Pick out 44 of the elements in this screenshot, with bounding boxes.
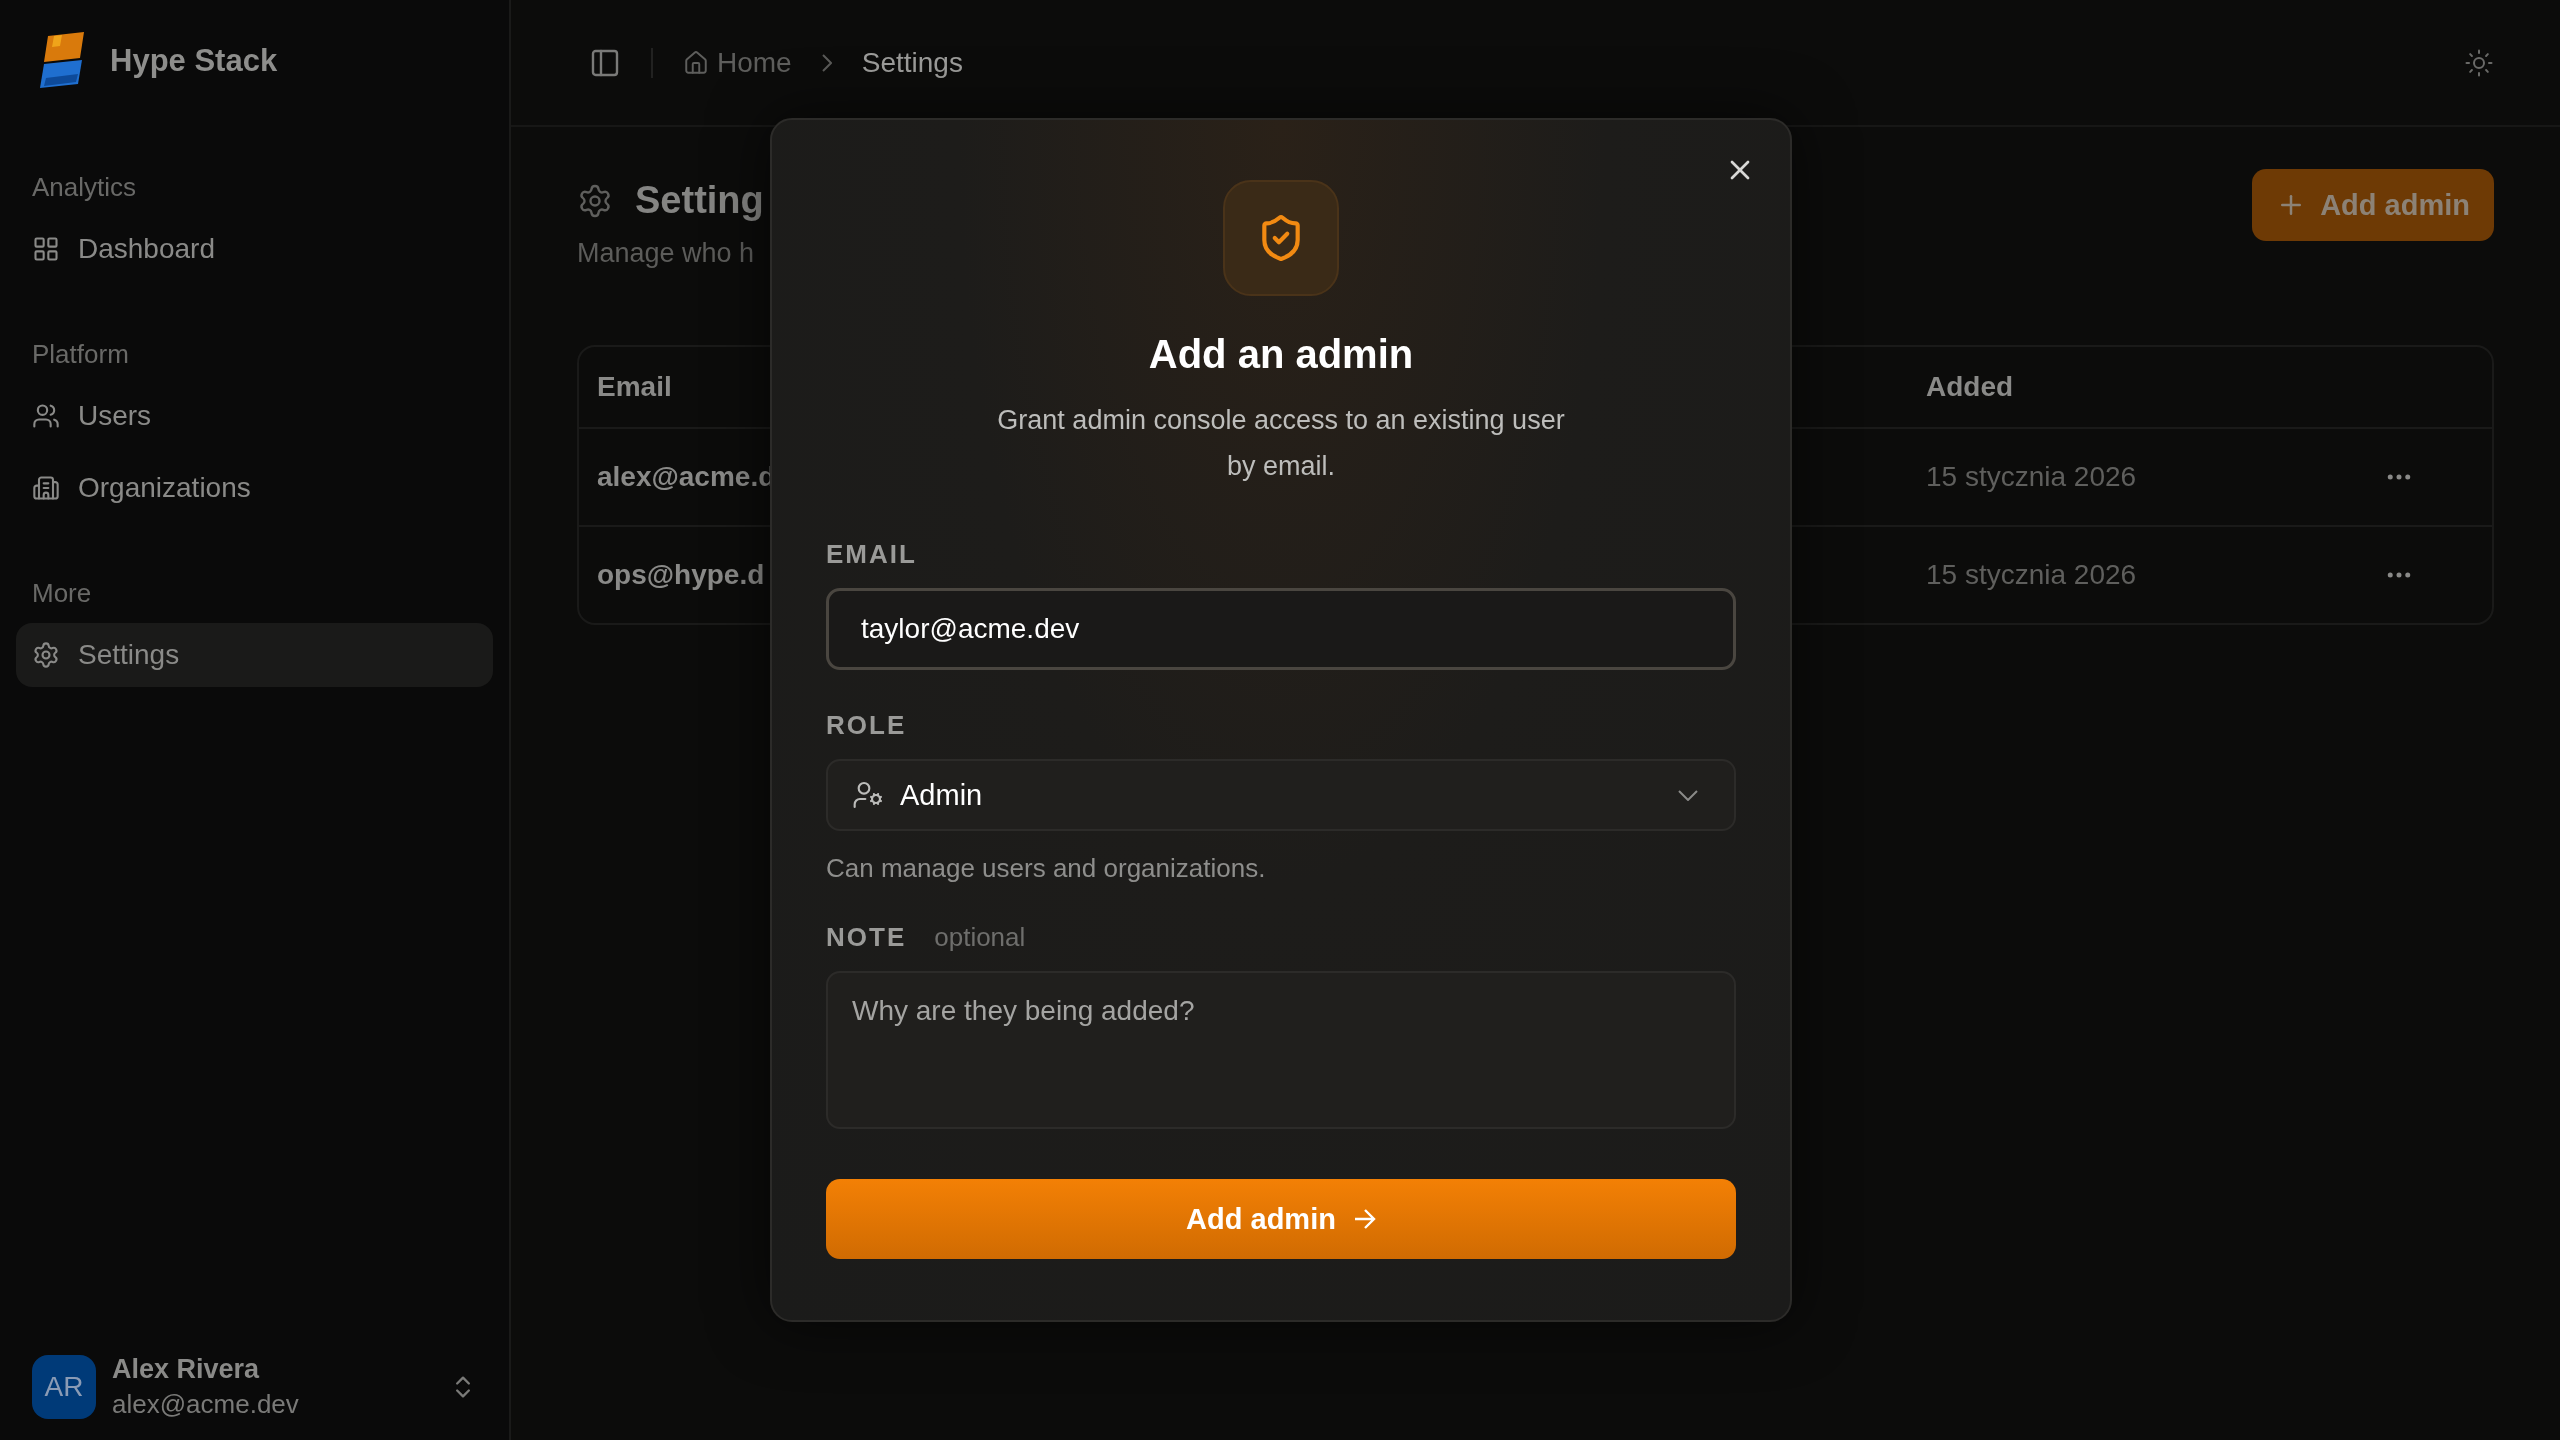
note-field[interactable]: Why are they being added? — [826, 971, 1736, 1129]
field-label: EMAIL — [826, 539, 917, 570]
brand-name: Hype Stack — [110, 43, 278, 79]
shield-check-icon — [1223, 180, 1339, 296]
field-label: ROLE — [826, 710, 907, 741]
sun-icon[interactable] — [2464, 47, 2494, 78]
table-cell: 15 stycznia 2026 — [1926, 461, 2137, 493]
email-field[interactable]: taylor@acme.dev — [826, 588, 1736, 670]
settings-icon — [32, 641, 60, 669]
building-icon — [32, 474, 60, 502]
sidebar-item[interactable]: Settings — [16, 623, 493, 687]
table-cell: alex@acme.d — [597, 461, 776, 493]
chevron-down-icon — [1678, 789, 1698, 801]
table-cell: 15 stycznia 2026 — [1926, 559, 2137, 591]
dialog-title: Add an admin — [1147, 332, 1415, 377]
page-title: Setting — [635, 179, 764, 222]
optional-hint: optional — [934, 922, 1026, 953]
breadcrumb-link[interactable]: Settings — [861, 46, 963, 79]
user-avatar: AR — [32, 1355, 96, 1419]
user-gear-icon — [852, 779, 884, 811]
table-cell: ops@hype.d — [597, 559, 765, 591]
field-label: NOTE — [826, 922, 907, 953]
user-name: Alex Rivera — [112, 1354, 260, 1385]
page-subtitle: Manage who h — [577, 238, 756, 269]
section-title: Analytics — [31, 171, 138, 204]
dashboard-icon — [32, 235, 60, 263]
column-header: Email — [597, 371, 672, 403]
breadcrumb-link[interactable]: Home — [717, 46, 792, 79]
role-help-text: Can manage users and organizations. — [826, 853, 1267, 884]
users-icon — [32, 402, 60, 430]
user-email: alex@acme.dev — [112, 1389, 299, 1420]
section-title: Platform — [31, 338, 130, 371]
settings-icon — [577, 182, 613, 219]
dialog-description: Grant admin console access to an existing user by email. — [996, 404, 1566, 483]
role-select[interactable]: Admin — [826, 759, 1736, 831]
sidebar-item[interactable]: Dashboard — [16, 217, 493, 281]
submit-button[interactable]: Add admin — [826, 1179, 1736, 1259]
arrow-right-icon — [1353, 1208, 1376, 1230]
chevron-right-icon — [821, 53, 832, 72]
column-header: Added — [1926, 371, 2014, 403]
section-title: More — [31, 577, 93, 610]
home-icon[interactable] — [683, 49, 709, 76]
sidebar-item[interactable]: Organizations — [16, 456, 493, 520]
sidebar-item[interactable]: Users — [16, 384, 493, 448]
